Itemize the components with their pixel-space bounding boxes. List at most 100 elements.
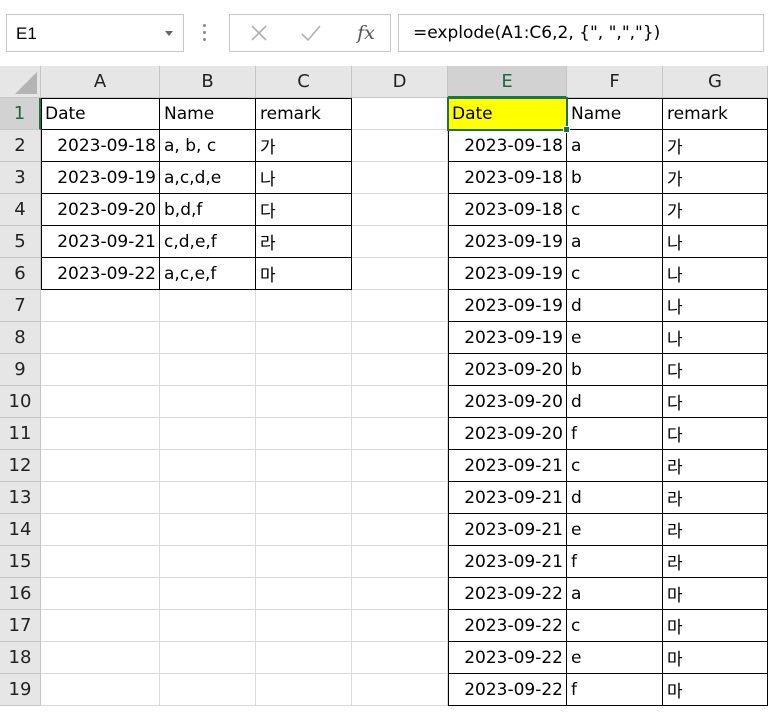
name-box[interactable]: E1 xyxy=(6,14,184,52)
cell-f2[interactable]: a xyxy=(567,130,663,162)
cell-b10[interactable] xyxy=(160,386,256,418)
cell-d17[interactable] xyxy=(352,610,448,642)
cell-f17[interactable]: c xyxy=(567,610,663,642)
row-header-10[interactable]: 10 xyxy=(0,386,41,418)
cell-g10[interactable]: 다 xyxy=(663,386,768,418)
cell-f6[interactable]: c xyxy=(567,258,663,290)
cell-e12[interactable]: 2023-09-21 xyxy=(448,450,567,482)
cell-d18[interactable] xyxy=(352,642,448,674)
cell-f18[interactable]: e xyxy=(567,642,663,674)
cell-b7[interactable] xyxy=(160,290,256,322)
cell-f4[interactable]: c xyxy=(567,194,663,226)
cell-b12[interactable] xyxy=(160,450,256,482)
cell-a16[interactable] xyxy=(41,578,160,610)
cell-f14[interactable]: e xyxy=(567,514,663,546)
cell-c2[interactable]: 가 xyxy=(256,130,352,162)
cell-e17[interactable]: 2023-09-22 xyxy=(448,610,567,642)
cell-c11[interactable] xyxy=(256,418,352,450)
cell-f13[interactable]: d xyxy=(567,482,663,514)
formula-input[interactable]: =explode(A1:C6,2, {", ",","}) xyxy=(398,14,764,52)
row-header-5[interactable]: 5 xyxy=(0,226,41,258)
cell-e2[interactable]: 2023-09-18 xyxy=(448,130,567,162)
cell-g15[interactable]: 라 xyxy=(663,546,768,578)
column-header-a[interactable]: A xyxy=(41,66,160,98)
cell-c15[interactable] xyxy=(256,546,352,578)
cell-f16[interactable]: a xyxy=(567,578,663,610)
fill-handle[interactable] xyxy=(563,126,570,133)
cell-a4[interactable]: 2023-09-20 xyxy=(41,194,160,226)
cell-c5[interactable]: 라 xyxy=(256,226,352,258)
cell-e19[interactable]: 2023-09-22 xyxy=(448,674,567,706)
cell-g16[interactable]: 마 xyxy=(663,578,768,610)
row-header-8[interactable]: 8 xyxy=(0,322,41,354)
check-icon[interactable] xyxy=(292,15,330,51)
cell-b3[interactable]: a,c,d,e xyxy=(160,162,256,194)
row-header-7[interactable]: 7 xyxy=(0,290,41,322)
cell-b13[interactable] xyxy=(160,482,256,514)
cell-d5[interactable] xyxy=(352,226,448,258)
cell-b4[interactable]: b,d,f xyxy=(160,194,256,226)
cell-e1[interactable]: Date xyxy=(448,98,567,130)
cell-d6[interactable] xyxy=(352,258,448,290)
close-icon[interactable] xyxy=(240,15,278,51)
cell-g5[interactable]: 나 xyxy=(663,226,768,258)
cell-d11[interactable] xyxy=(352,418,448,450)
cell-e3[interactable]: 2023-09-18 xyxy=(448,162,567,194)
cell-g12[interactable]: 라 xyxy=(663,450,768,482)
insert-function-button[interactable]: fx xyxy=(346,15,386,51)
cell-g1[interactable]: remark xyxy=(663,98,768,130)
cell-a3[interactable]: 2023-09-19 xyxy=(41,162,160,194)
cell-e10[interactable]: 2023-09-20 xyxy=(448,386,567,418)
cell-d15[interactable] xyxy=(352,546,448,578)
cell-c14[interactable] xyxy=(256,514,352,546)
cell-a17[interactable] xyxy=(41,610,160,642)
cell-c4[interactable]: 다 xyxy=(256,194,352,226)
column-header-d[interactable]: D xyxy=(352,66,448,98)
cell-e5[interactable]: 2023-09-19 xyxy=(448,226,567,258)
cell-g4[interactable]: 가 xyxy=(663,194,768,226)
cell-c19[interactable] xyxy=(256,674,352,706)
cell-a2[interactable]: 2023-09-18 xyxy=(41,130,160,162)
cell-d8[interactable] xyxy=(352,322,448,354)
cell-c13[interactable] xyxy=(256,482,352,514)
cell-f8[interactable]: e xyxy=(567,322,663,354)
cell-c6[interactable]: 마 xyxy=(256,258,352,290)
cell-c3[interactable]: 나 xyxy=(256,162,352,194)
cell-g13[interactable]: 라 xyxy=(663,482,768,514)
cell-g8[interactable]: 나 xyxy=(663,322,768,354)
row-header-18[interactable]: 18 xyxy=(0,642,41,674)
row-header-17[interactable]: 17 xyxy=(0,610,41,642)
column-header-f[interactable]: F xyxy=(567,66,663,98)
cell-c18[interactable] xyxy=(256,642,352,674)
cell-d1[interactable] xyxy=(352,98,448,130)
cell-e16[interactable]: 2023-09-22 xyxy=(448,578,567,610)
cell-b8[interactable] xyxy=(160,322,256,354)
cell-a1[interactable]: Date xyxy=(41,98,160,130)
cell-d12[interactable] xyxy=(352,450,448,482)
cell-f3[interactable]: b xyxy=(567,162,663,194)
cell-g18[interactable]: 마 xyxy=(663,642,768,674)
cell-e15[interactable]: 2023-09-21 xyxy=(448,546,567,578)
cell-g7[interactable]: 나 xyxy=(663,290,768,322)
cell-e14[interactable]: 2023-09-21 xyxy=(448,514,567,546)
cell-c17[interactable] xyxy=(256,610,352,642)
cell-a12[interactable] xyxy=(41,450,160,482)
cell-b17[interactable] xyxy=(160,610,256,642)
cell-b1[interactable]: Name xyxy=(160,98,256,130)
cell-d4[interactable] xyxy=(352,194,448,226)
cell-d16[interactable] xyxy=(352,578,448,610)
cell-g2[interactable]: 가 xyxy=(663,130,768,162)
row-header-3[interactable]: 3 xyxy=(0,162,41,194)
column-header-b[interactable]: B xyxy=(160,66,256,98)
cell-e7[interactable]: 2023-09-19 xyxy=(448,290,567,322)
cell-g6[interactable]: 나 xyxy=(663,258,768,290)
cell-a19[interactable] xyxy=(41,674,160,706)
row-header-6[interactable]: 6 xyxy=(0,258,41,290)
column-header-c[interactable]: C xyxy=(256,66,352,98)
cell-d19[interactable] xyxy=(352,674,448,706)
cell-d7[interactable] xyxy=(352,290,448,322)
cell-a13[interactable] xyxy=(41,482,160,514)
cell-a15[interactable] xyxy=(41,546,160,578)
cell-b16[interactable] xyxy=(160,578,256,610)
cell-e8[interactable]: 2023-09-19 xyxy=(448,322,567,354)
